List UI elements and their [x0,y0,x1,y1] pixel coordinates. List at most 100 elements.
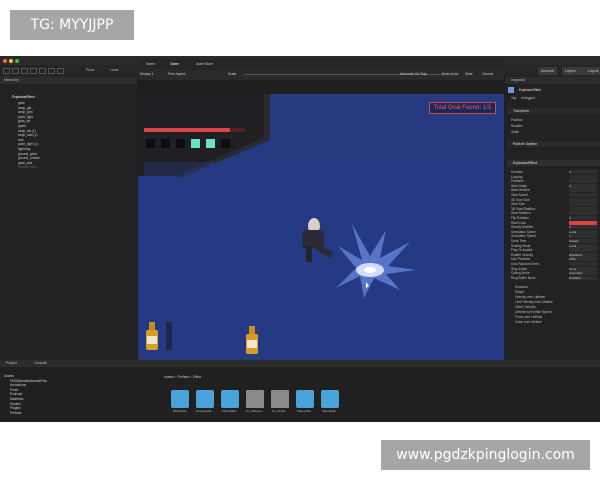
particle-prop-label: Start Rotation [511,211,531,216]
transform-tool-icon[interactable] [48,68,55,74]
particle-module-item[interactable]: Shape [515,290,524,294]
transform-header[interactable]: Transform [507,108,600,114]
minimize-window-icon[interactable] [9,59,13,63]
hierarchy-item[interactable]: glow_add [18,161,32,165]
particle-module-item[interactable]: Limit Velocity over Lifetime [515,300,553,304]
account-dropdown[interactable]: Account [538,67,557,75]
close-window-icon[interactable] [3,59,7,63]
particle-module-item[interactable]: Velocity over Lifetime [515,295,545,299]
particle-module-item[interactable]: Inherit Velocity [515,305,536,309]
particle-prop-value[interactable]: 5 [569,170,597,174]
gizmos-dropdown[interactable]: Gizmos [482,72,493,76]
particle-prop-value[interactable] [569,206,597,211]
stats-toggle[interactable]: Stats [465,72,473,76]
particle-prop-value[interactable] [569,174,597,179]
hand-tool-icon[interactable] [3,68,10,74]
particle-prop-value[interactable]: 1000 [569,257,597,262]
hierarchy-item[interactable]: trail [18,138,23,142]
project-folder[interactable]: Models [10,402,21,406]
particle-prop-value[interactable]: 1 [569,234,597,239]
hierarchy-item[interactable]: glow [18,101,25,105]
tab-game[interactable]: Game [170,62,179,66]
tag-dropdown[interactable]: Untagged [521,96,535,100]
particle-prop-value[interactable] [569,220,597,225]
scale-tool-icon[interactable] [30,68,37,74]
particle-prop-value[interactable] [569,197,597,202]
project-asset[interactable]: Fx_Abbeine... [245,390,265,413]
hierarchy-item[interactable]: wrap_ab (1) [18,129,36,133]
aspect-dropdown[interactable]: Free Aspect [168,72,186,76]
layers-dropdown[interactable]: Layers [562,67,586,75]
hierarchy-item[interactable]: point_light [18,115,33,119]
hierarchy-item[interactable]: wrap_grid [18,110,32,114]
particle-prop-value[interactable]: Disabled [569,275,597,280]
project-folder[interactable]: Materials [10,397,23,401]
project-folder[interactable]: Assets [4,374,14,378]
rotate-tool-icon[interactable] [21,68,28,74]
particle-prop-value[interactable] [569,262,597,266]
tab-console[interactable]: Console [34,361,47,365]
project-folder[interactable]: Plugins [10,406,21,410]
particle-module-item[interactable]: Emission [515,285,528,289]
particle-prop-value[interactable]: 0 [569,216,597,220]
display-dropdown[interactable]: Display 1 [140,72,154,76]
mute-audio-toggle[interactable]: Mute Audio [442,72,459,76]
particle-prop-value[interactable]: 0 [569,225,597,230]
particle-prop-value[interactable] [569,179,597,184]
tab-inspector[interactable]: Inspector [511,78,525,82]
project-asset[interactable]: FireballEff... [220,390,240,413]
particle-prop-value[interactable] [569,211,597,216]
particle-prop-value[interactable] [569,188,597,193]
hierarchy-root[interactable]: ExplosionEffect [12,95,35,99]
move-tool-icon[interactable] [12,68,19,74]
tab-asset-store[interactable]: Asset Store [196,62,213,66]
hierarchy-item[interactable]: wrap_add (1) [18,133,37,137]
particle-module-item[interactable]: Force over Lifetime [515,315,542,319]
inspector-object-name[interactable]: ExplosionEffect [519,88,541,92]
project-asset[interactable]: SpecialAtt... [320,390,340,413]
project-folder[interactable]: FMSStandardAssetsFiles [10,379,47,383]
tab-scene[interactable]: Scene [146,62,155,66]
project-folder[interactable]: Animations [10,383,26,387]
particle-prop-value[interactable] [569,248,597,253]
particle-prop-value[interactable]: Local [569,229,597,234]
particle-prop-label: Gravity Modifier [511,225,534,230]
particle-prop-value[interactable] [569,202,597,207]
hierarchy-item[interactable]: wrap_glo [18,106,31,110]
zoom-window-icon[interactable] [15,59,19,63]
layout-dropdown[interactable]: Layout [585,67,600,75]
hierarchy-item[interactable]: lightning [18,147,30,151]
project-asset[interactable]: MeteorAtt... [295,390,315,413]
particle-module-item[interactable]: Lifetime by Emitter Speed [515,310,552,314]
particle-prop-value[interactable]: None [569,266,597,271]
particle-prop-value[interactable]: Local [569,243,597,248]
particle-prop-value[interactable]: 0 [569,183,597,188]
project-asset[interactable]: ExplosionE... [195,390,215,413]
particle-system-header[interactable]: Particle System [507,141,600,147]
particle-module-item[interactable]: Color over Lifetime [515,320,542,324]
hierarchy-item[interactable]: Render Light [18,165,37,169]
hierarchy-item[interactable]: spark [18,124,26,128]
tab-hierarchy[interactable]: Hierarchy [4,78,19,82]
tab-project[interactable]: Project [6,361,17,365]
game-view[interactable]: Total Goal Found: 1/3 [138,94,504,360]
particle-prop-value[interactable]: Automatic [569,271,597,276]
project-folder[interactable]: External [10,392,22,396]
project-folder[interactable]: Fonts [10,388,18,392]
hierarchy-item[interactable]: ground_glow [18,152,37,156]
maximize-on-play-toggle[interactable]: Maximize On Play [400,72,427,76]
project-folder[interactable]: Prefabs [10,411,21,415]
particle-prop-value[interactable]: Scaled [569,239,597,243]
hierarchy-item[interactable]: point_light (1) [18,142,38,146]
project-asset[interactable]: Fx_Script... [270,390,290,413]
rect-tool-icon[interactable] [39,68,46,74]
hierarchy-item[interactable]: glow_ab [18,119,30,123]
custom-tool-icon[interactable] [57,68,64,74]
hierarchy-item[interactable]: ground_smoke [18,156,40,160]
project-asset[interactable]: BlackHole [170,390,190,413]
particle-prop-value[interactable]: Rigidbody [569,252,597,257]
pivot-toggle[interactable]: Pivot [86,68,94,72]
particle-prop-value[interactable] [569,193,597,197]
particle-module-name[interactable]: ExplosionEffect [507,160,600,166]
local-toggle[interactable]: Local [110,68,118,72]
